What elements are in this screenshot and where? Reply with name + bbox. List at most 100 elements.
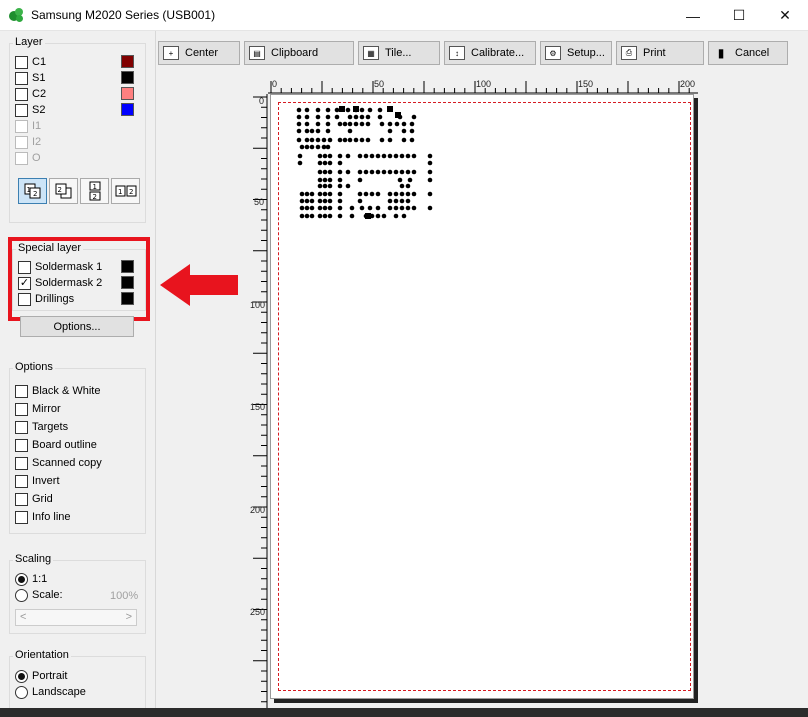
- grid-checkbox[interactable]: [15, 492, 28, 506]
- solder-pad: [369, 191, 375, 197]
- solder-pad: [337, 191, 343, 197]
- scroll-left-arrow-icon[interactable]: <: [20, 611, 26, 623]
- scaling-1to1-option[interactable]: 1:1: [15, 572, 47, 586]
- option-scanned-copy[interactable]: Scanned copy: [15, 456, 102, 470]
- print-button[interactable]: ⎙ Print: [616, 41, 704, 65]
- stacked-layers-icon: 12: [89, 181, 100, 201]
- mode-overlay-1-2-button[interactable]: 12: [18, 178, 47, 204]
- solder-pad: [327, 205, 333, 211]
- s2-checkbox[interactable]: [15, 103, 28, 117]
- ruler-left: 0 50 100 150 200 250: [250, 94, 268, 714]
- layer-item-s2[interactable]: S2: [15, 103, 45, 117]
- c2-color-swatch[interactable]: [121, 87, 134, 100]
- layer-item-s1[interactable]: S1: [15, 71, 45, 85]
- solder-pad: [325, 121, 331, 127]
- option-black-white[interactable]: Black & White: [15, 384, 100, 398]
- option-invert[interactable]: Invert: [15, 474, 60, 488]
- setup-button[interactable]: ⚙ Setup...: [540, 41, 612, 65]
- solder-pad: [367, 107, 373, 113]
- portrait-radio[interactable]: [15, 669, 28, 683]
- solder-pad: [381, 169, 387, 175]
- c1-color-swatch[interactable]: [121, 55, 134, 68]
- solder-pad-square: [339, 106, 345, 112]
- solder-pad: [369, 169, 375, 175]
- tile-button[interactable]: ▦ Tile...: [358, 41, 440, 65]
- targets-checkbox[interactable]: [15, 420, 28, 434]
- x-tick-50: 50: [374, 79, 385, 89]
- cancel-button[interactable]: ▮ Cancel: [708, 41, 788, 65]
- window-title: Samsung M2020 Series (USB001): [31, 8, 216, 22]
- solder-pad: [375, 213, 381, 219]
- grid-label: Grid: [32, 493, 53, 505]
- solder-pad: [427, 153, 433, 159]
- option-grid[interactable]: Grid: [15, 492, 53, 506]
- solder-pad: [304, 128, 310, 134]
- solder-pad: [387, 205, 393, 211]
- center-button[interactable]: + Center: [158, 41, 240, 65]
- c1-checkbox[interactable]: [15, 55, 28, 69]
- info-line-checkbox[interactable]: [15, 510, 28, 524]
- solder-pad: [327, 213, 333, 219]
- s1-checkbox[interactable]: [15, 71, 28, 85]
- portrait-option[interactable]: Portrait: [15, 669, 67, 683]
- board-outline-checkbox[interactable]: [15, 438, 28, 452]
- scaling-custom-option[interactable]: Scale:: [15, 588, 63, 602]
- solder-pad: [342, 137, 348, 143]
- scaling-custom-radio[interactable]: [15, 588, 28, 602]
- tile-icon: ▦: [363, 46, 379, 60]
- solder-pad: [299, 213, 305, 219]
- clipboard-button[interactable]: ▤ Clipboard: [244, 41, 354, 65]
- solder-pad: [322, 213, 328, 219]
- c2-checkbox[interactable]: [15, 87, 28, 101]
- scaling-1to1-radio[interactable]: [15, 572, 28, 586]
- black-white-label: Black & White: [32, 385, 101, 397]
- minimize-button[interactable]: —: [670, 0, 716, 31]
- solder-pad: [317, 160, 323, 166]
- solder-pad: [337, 160, 343, 166]
- solder-pad: [325, 128, 331, 134]
- maximize-button[interactable]: ☐: [716, 0, 762, 31]
- solder-pad: [399, 205, 405, 211]
- solder-pad-square: [387, 106, 393, 112]
- calibrate-label: Calibrate...: [471, 47, 525, 59]
- solder-pad: [345, 169, 351, 175]
- mode-side-by-side-button[interactable]: 12: [111, 178, 140, 204]
- layer-item-c1[interactable]: C1: [15, 55, 46, 69]
- solder-pad: [317, 213, 323, 219]
- mirror-checkbox[interactable]: [15, 402, 28, 416]
- scale-slider[interactable]: < >: [15, 609, 137, 626]
- solder-pad: [387, 153, 393, 159]
- black-white-checkbox[interactable]: [15, 384, 28, 398]
- invert-checkbox[interactable]: [15, 474, 28, 488]
- close-button[interactable]: ✕: [762, 0, 808, 31]
- solder-pad: [363, 153, 369, 159]
- s2-color-swatch[interactable]: [121, 103, 134, 116]
- solder-pad: [367, 205, 373, 211]
- option-info-line[interactable]: Info line: [15, 510, 71, 524]
- solder-pad: [325, 107, 331, 113]
- solder-pad: [399, 153, 405, 159]
- solder-pad: [309, 144, 315, 150]
- scanned-copy-label: Scanned copy: [32, 457, 102, 469]
- s1-color-swatch[interactable]: [121, 71, 134, 84]
- scanned-copy-checkbox[interactable]: [15, 456, 28, 470]
- solder-pad: [322, 169, 328, 175]
- options-button[interactable]: Options...: [20, 316, 134, 337]
- landscape-radio[interactable]: [15, 685, 28, 699]
- option-targets[interactable]: Targets: [15, 420, 68, 434]
- option-board-outline[interactable]: Board outline: [15, 438, 97, 452]
- solder-pad: [296, 137, 302, 143]
- calibrate-button[interactable]: ↕ Calibrate...: [444, 41, 536, 65]
- layer-item-c2[interactable]: C2: [15, 87, 46, 101]
- landscape-option[interactable]: Landscape: [15, 685, 86, 699]
- mode-stacked-button[interactable]: 12: [80, 178, 109, 204]
- solder-pad: [427, 205, 433, 211]
- solder-pad: [317, 169, 323, 175]
- mode-overlay-2-1-button[interactable]: 2: [49, 178, 78, 204]
- solder-pad: [337, 177, 343, 183]
- solder-pad: [409, 128, 415, 134]
- option-mirror[interactable]: Mirror: [15, 402, 61, 416]
- solder-pad: [427, 177, 433, 183]
- scroll-right-arrow-icon[interactable]: >: [126, 611, 132, 623]
- solder-pad: [411, 114, 417, 120]
